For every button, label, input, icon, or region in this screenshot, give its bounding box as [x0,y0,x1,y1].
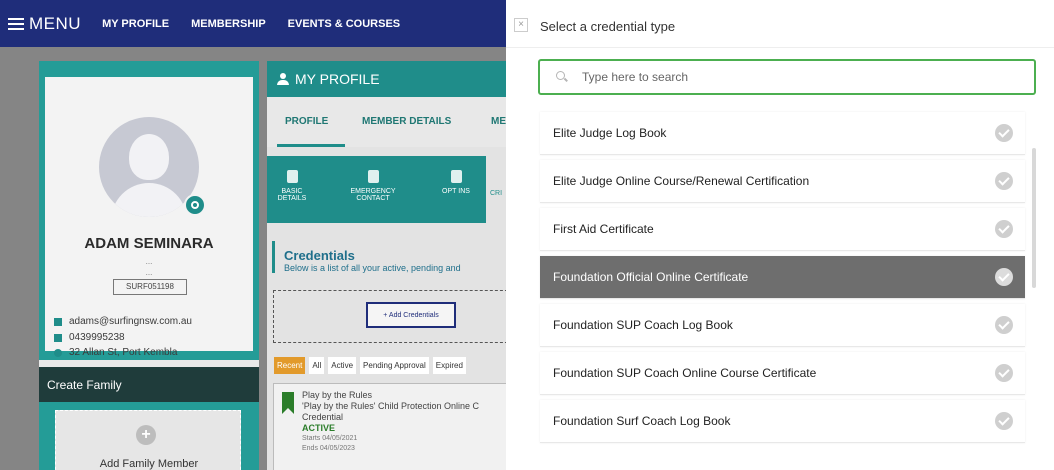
check-circle-icon [995,412,1013,430]
camera-icon[interactable] [184,194,206,216]
hamburger-icon [8,17,24,30]
member-id-badge: SURF051198 [113,279,187,295]
profile-panel-header: MY PROFILE [267,61,506,97]
nav-link-events-courses[interactable]: EVENTS & COURSES [288,18,400,30]
credential-desc: 'Play by the Rules' Child Protection Onl… [302,401,480,411]
credential-type-list: Elite Judge Log Book Elite Judge Online … [536,105,1034,470]
list-item[interactable]: Foundation SUP Coach Log Book [540,304,1025,347]
tab-more[interactable]: ME [491,116,506,127]
list-item[interactable]: First Aid Certificate [540,208,1025,251]
credential-status: ACTIVE [302,423,336,433]
list-item[interactable]: Elite Judge Log Book [540,112,1025,155]
filter-expired[interactable]: Expired [432,357,466,374]
dialog-header: × Select a credential type [506,0,1054,47]
envelope-icon [54,317,62,326]
add-credentials-button[interactable]: + Add Credentials [366,302,456,328]
subtab-opt-ins[interactable]: OPT INS [437,170,475,195]
list-item[interactable]: Foundation SUP Coach Online Course Certi… [540,352,1025,395]
profile-subtabs: BASIC DETAILS EMERGENCY CONTACT OPT INS … [267,156,506,223]
list-item[interactable]: Foundation Surf Coach Log Book [540,400,1025,443]
profile-card: ADAM SEMINARA ... ... SURF051198 adams@s… [39,61,259,470]
close-icon[interactable]: × [514,18,528,32]
subtab-basic-details[interactable]: BASIC DETAILS [267,170,317,202]
dialog-title: Select a credential type [540,19,676,34]
plus-icon: + [136,425,156,445]
profile-detail-1: ... [145,257,153,266]
credential-type: Credential [302,412,344,422]
check-circle-icon [995,220,1013,238]
filter-pending-approval[interactable]: Pending Approval [360,357,429,374]
search-input[interactable] [582,70,1002,84]
check-circle-icon [995,316,1013,334]
tab-member-details[interactable]: MEMBER DETAILS [362,116,451,127]
list-item-selected[interactable]: Foundation Official Online Certificate [540,256,1025,299]
search-icon [556,71,568,83]
check-circle-icon [995,364,1013,382]
create-family-header: Create Family [39,367,259,402]
menu-label: MENU [29,13,82,33]
add-family-member-button[interactable]: + Add Family Member [55,410,241,470]
phone-icon [54,333,62,342]
profile-name: ADAM SEMINARA [84,235,214,252]
person-icon [286,170,298,183]
profile-panel: MY PROFILE PROFILE MEMBER DETAILS ME BAS… [267,61,506,470]
profile-tabs: PROFILE MEMBER DETAILS ME [267,97,506,147]
credentials-subtitle: Below is a list of all your active, pend… [284,263,461,273]
subtab-credentials[interactable]: CRI [486,156,506,223]
top-nav: MENU MY PROFILE MEMBERSHIP EVENTS & COUR… [0,0,506,47]
credential-ends: Ends 04/05/2023 [302,445,355,452]
menu-button[interactable]: MENU [0,0,81,47]
ribbon-icon [282,392,294,414]
nav-link-my-profile[interactable]: MY PROFILE [102,18,169,30]
user-icon [277,73,289,85]
list-item[interactable]: Elite Judge Online Course/Renewal Certif… [540,160,1025,203]
location-pin-icon [54,348,62,357]
check-circle-icon [995,172,1013,190]
credential-card[interactable]: Play by the Rules 'Play by the Rules' Ch… [273,383,506,470]
add-family-label: Add Family Member [99,458,199,470]
filter-all[interactable]: All [309,357,325,374]
filter-recent[interactable]: Recent [274,357,306,374]
email-row: adams@surfingnsw.com.au [54,316,192,327]
address-row: 32 Allan St, Port Kembla [54,347,177,358]
credentials-title: Credentials [284,248,355,263]
address-text: 32 Allan St, Port Kembla [69,347,178,358]
contact-card-icon [367,170,379,183]
credential-type-dialog: × Select a credential type Elite Judge L… [506,0,1054,470]
phone-row: 0439995238 [54,332,125,343]
profile-detail-2: ... [145,268,153,277]
check-circle-icon [995,268,1013,286]
search-box [538,59,1036,95]
check-circle-icon [995,124,1013,142]
tab-profile[interactable]: PROFILE [285,116,328,127]
profile-panel-title: MY PROFILE [295,71,380,87]
filter-active[interactable]: Active [328,357,357,374]
scrollbar[interactable] [1032,148,1036,288]
credential-name: Play by the Rules [302,390,373,400]
nav-link-membership[interactable]: MEMBERSHIP [191,18,266,30]
phone-text: 0439995238 [69,332,125,343]
email-text: adams@surfingnsw.com.au [69,316,192,327]
subtab-emergency-contact[interactable]: EMERGENCY CONTACT [347,170,399,202]
list-icon [450,170,462,183]
credential-filters: Recent All Active Pending Approval Expir… [274,357,466,374]
credential-starts: Starts 04/05/2021 [302,435,358,442]
